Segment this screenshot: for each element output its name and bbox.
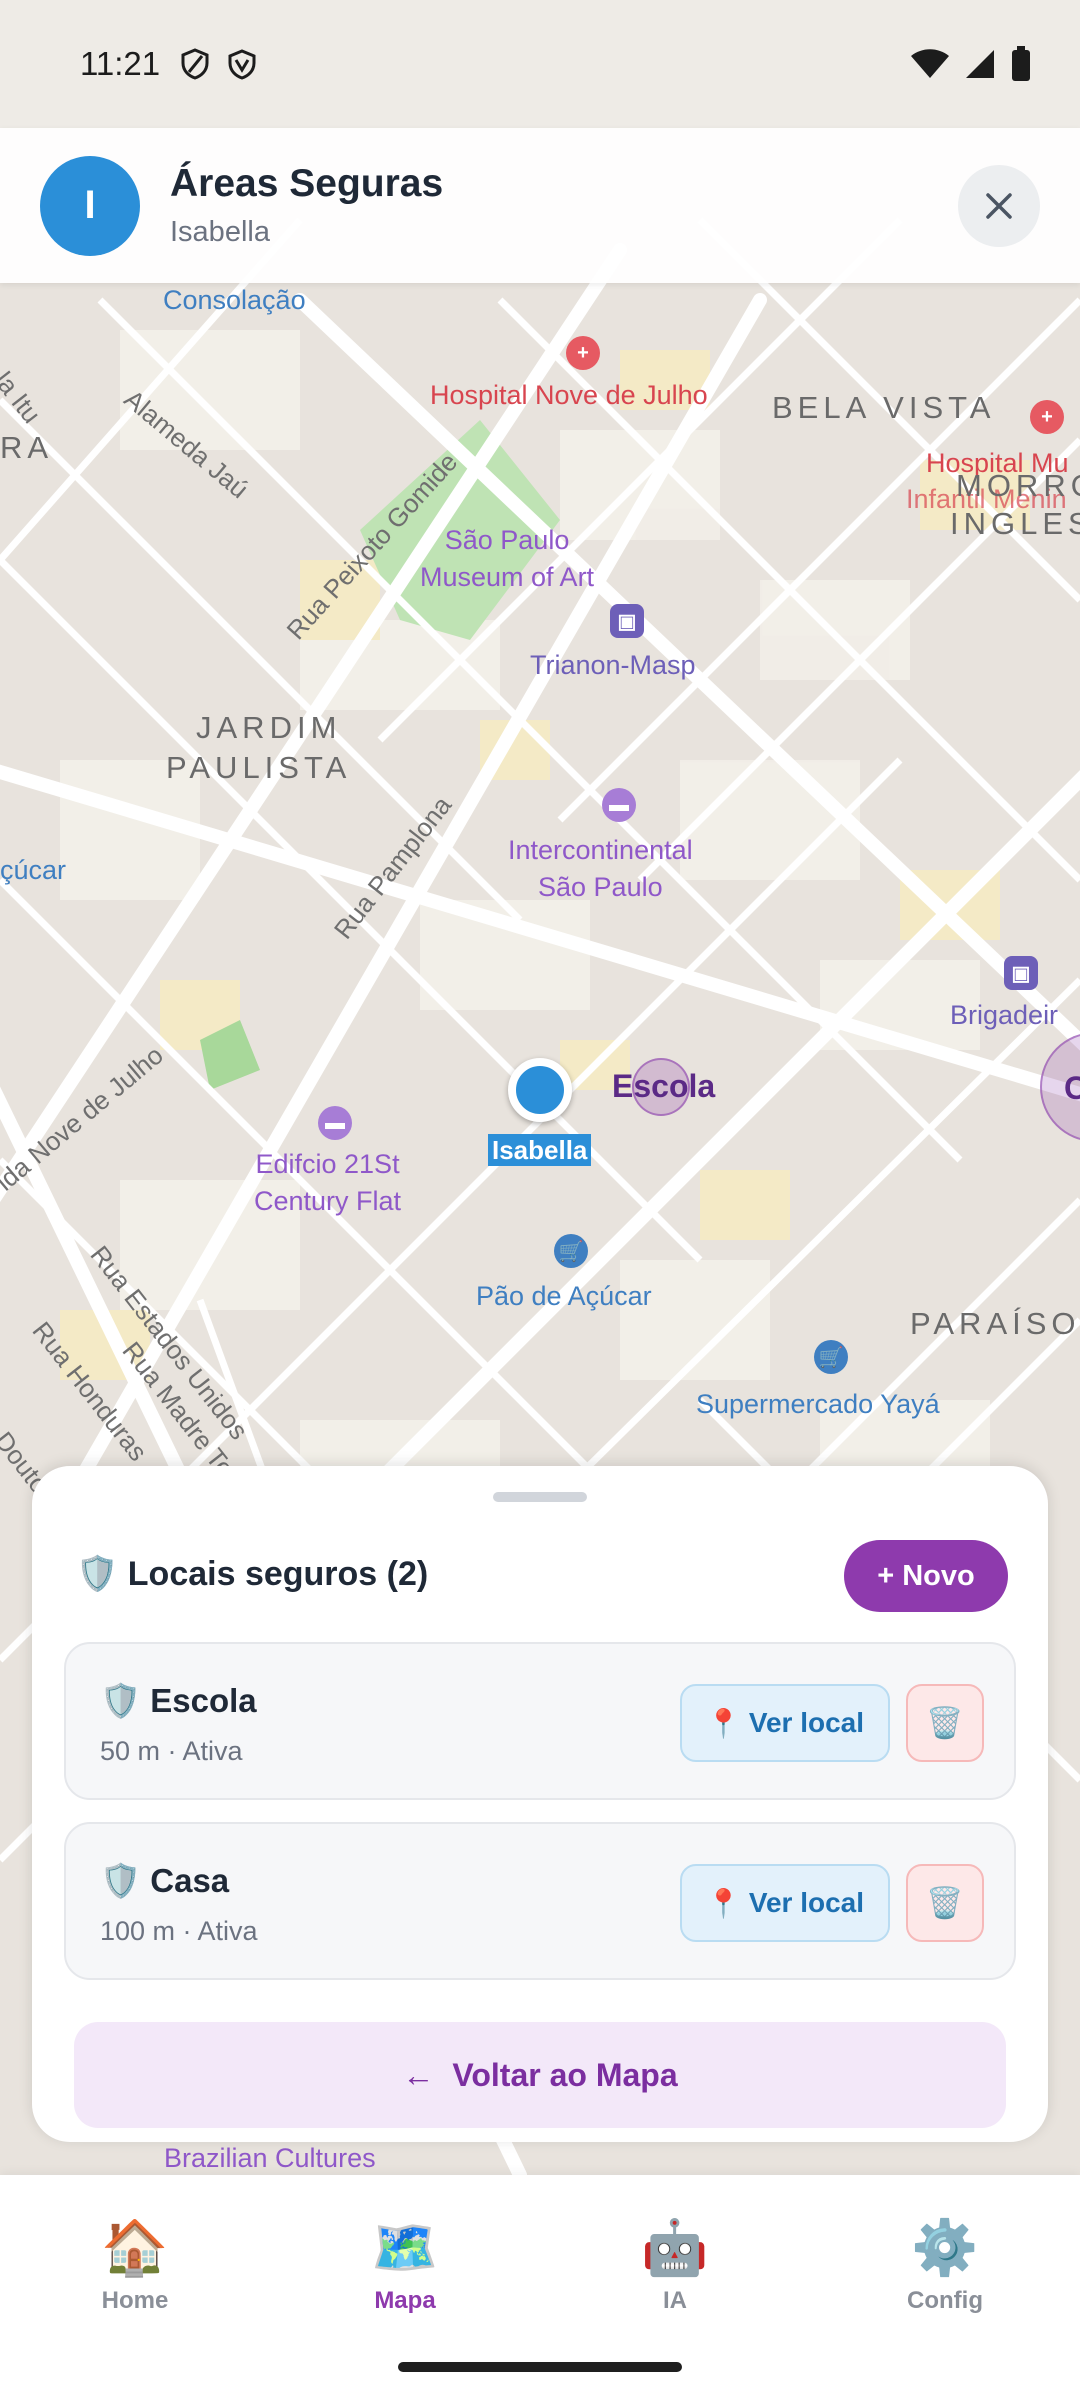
header: I Áreas Seguras Isabella bbox=[0, 128, 1080, 283]
arrow-left-icon: ← bbox=[402, 2056, 435, 2093]
map-label-consolacao: Consolação bbox=[163, 285, 306, 315]
safe-zone-label: Escola bbox=[612, 1068, 716, 1104]
security-shield-icon bbox=[228, 49, 256, 80]
map-label-morro: MORRO bbox=[956, 468, 1080, 503]
map-label-trianon: Trianon-Masp bbox=[530, 650, 696, 680]
nav-label: Home bbox=[101, 2287, 169, 2314]
page-title: Áreas Seguras bbox=[170, 162, 444, 205]
sheet-title: 🛡️ Locais seguros (2) bbox=[76, 1555, 429, 1593]
map-label-ingles: INGLES bbox=[950, 506, 1080, 541]
view-place-button[interactable]: 📍 Ver local bbox=[680, 1864, 890, 1942]
map-label-pao-acucar: Pão de Açúcar bbox=[476, 1281, 652, 1311]
nav-label: Config bbox=[907, 2287, 983, 2314]
shop-icon-2: 🛒 bbox=[814, 1340, 848, 1374]
metro-icon-2: ▣ bbox=[1004, 956, 1038, 990]
hospital-icon: + bbox=[566, 336, 600, 370]
view-place-button[interactable]: 📍 Ver local bbox=[680, 1684, 890, 1762]
map-label-edificio: Edifcio 21St Century Flat bbox=[254, 1149, 402, 1216]
map-icon: 🗺️ bbox=[371, 2218, 439, 2278]
home-indicator[interactable] bbox=[398, 2362, 682, 2372]
map-label-paraiso: PARAÍSO bbox=[910, 1306, 1080, 1341]
page-subtitle: Isabella bbox=[170, 216, 270, 248]
map-label-brazilian: Brazilian Cultures bbox=[164, 2143, 376, 2173]
place-name: 🛡️ Casa bbox=[100, 1862, 230, 1899]
signal-icon bbox=[966, 50, 994, 78]
shield-icon: 🛡️ bbox=[100, 1862, 142, 1899]
nav-label: IA bbox=[663, 2287, 687, 2314]
map-label-paulista: PAULISTA bbox=[166, 750, 352, 785]
map-label-bela-vista: BELA VISTA bbox=[772, 390, 996, 425]
place-name: 🛡️ Escola bbox=[100, 1682, 257, 1719]
robot-icon: 🤖 bbox=[641, 2218, 709, 2278]
trash-icon: 🗑️ bbox=[926, 1886, 964, 1920]
metro-icon: ▣ bbox=[610, 604, 644, 638]
shop-icon: 🛒 bbox=[554, 1234, 588, 1268]
nav-item-home[interactable]: 🏠 Home bbox=[35, 2215, 235, 2315]
hospital-right-icon: + bbox=[1030, 400, 1064, 434]
gear-icon: ⚙️ bbox=[911, 2218, 979, 2278]
nav-item-mapa[interactable]: 🗺️ Mapa bbox=[305, 2215, 505, 2315]
safe-places-sheet: 🛡️ Locais seguros (2) + Novo 🛡️ Escola 5… bbox=[32, 1466, 1048, 2142]
nav-item-config[interactable]: ⚙️ Config bbox=[845, 2215, 1045, 2315]
close-icon bbox=[986, 192, 1012, 219]
close-button[interactable] bbox=[958, 164, 1040, 247]
app-screen: Consolação + Hospital Nove de Julho BELA… bbox=[0, 0, 1080, 2400]
safe-zone-label-2: C bbox=[1064, 1070, 1080, 1106]
status-bar: 11:21 bbox=[0, 0, 1080, 128]
wifi-icon bbox=[911, 49, 949, 78]
status-time: 11:21 bbox=[80, 45, 161, 82]
map-label-brigadeiro: Brigadeir bbox=[950, 1000, 1059, 1030]
map-label-jardim: JARDIM bbox=[196, 710, 342, 745]
battery-icon bbox=[1012, 46, 1030, 81]
sheet-drag-handle[interactable] bbox=[493, 1492, 587, 1502]
map-label-intercontinental: Intercontinental São Paulo bbox=[508, 835, 693, 902]
delete-place-button[interactable]: 🗑️ bbox=[906, 1684, 984, 1762]
place-meta: 100 m · Ativa bbox=[100, 1916, 258, 1946]
avatar[interactable]: I bbox=[40, 155, 140, 256]
map-label-ra: RA bbox=[0, 430, 54, 465]
nav-item-ia[interactable]: 🤖 IA bbox=[575, 2215, 775, 2315]
pin-icon: 📍 bbox=[705, 1707, 741, 1739]
back-to-map-button[interactable]: ← Voltar ao Mapa bbox=[74, 2022, 1006, 2128]
map-label-supermercado: Supermercado Yayá bbox=[696, 1389, 940, 1419]
place-card[interactable]: 🛡️ Escola 50 m · Ativa 📍 Ver local 🗑️ bbox=[64, 1642, 1016, 1800]
hotel-icon-2: ▬ bbox=[318, 1106, 352, 1140]
vpn-shield-icon bbox=[181, 48, 209, 80]
user-location-marker[interactable] bbox=[508, 1058, 572, 1122]
new-place-button[interactable]: + Novo bbox=[844, 1540, 1008, 1612]
user-location-label: Isabella bbox=[488, 1134, 592, 1166]
place-meta: 50 m · Ativa bbox=[100, 1736, 243, 1766]
nav-label: Mapa bbox=[374, 2287, 436, 2314]
hotel-icon: ▬ bbox=[602, 788, 636, 822]
delete-place-button[interactable]: 🗑️ bbox=[906, 1864, 984, 1942]
map-label-museum: São Paulo Museum of Art bbox=[420, 525, 595, 592]
home-icon: 🏠 bbox=[101, 2218, 169, 2278]
pin-icon: 📍 bbox=[705, 1887, 741, 1919]
map-label-acucar-left: çúcar bbox=[0, 855, 67, 885]
trash-icon: 🗑️ bbox=[926, 1706, 964, 1740]
shield-icon: 🛡️ bbox=[100, 1682, 142, 1719]
place-card[interactable]: 🛡️ Casa 100 m · Ativa 📍 Ver local 🗑️ bbox=[64, 1822, 1016, 1980]
map-label-hospital: Hospital Nove de Julho bbox=[430, 380, 708, 410]
